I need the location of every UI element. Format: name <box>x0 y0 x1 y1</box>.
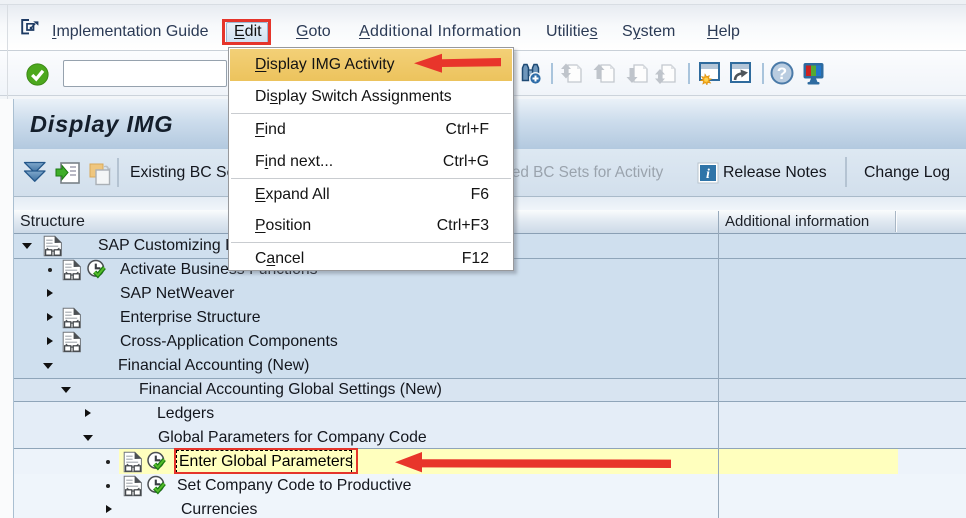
svg-text:?: ? <box>777 64 787 83</box>
svg-text:i: i <box>706 167 710 182</box>
